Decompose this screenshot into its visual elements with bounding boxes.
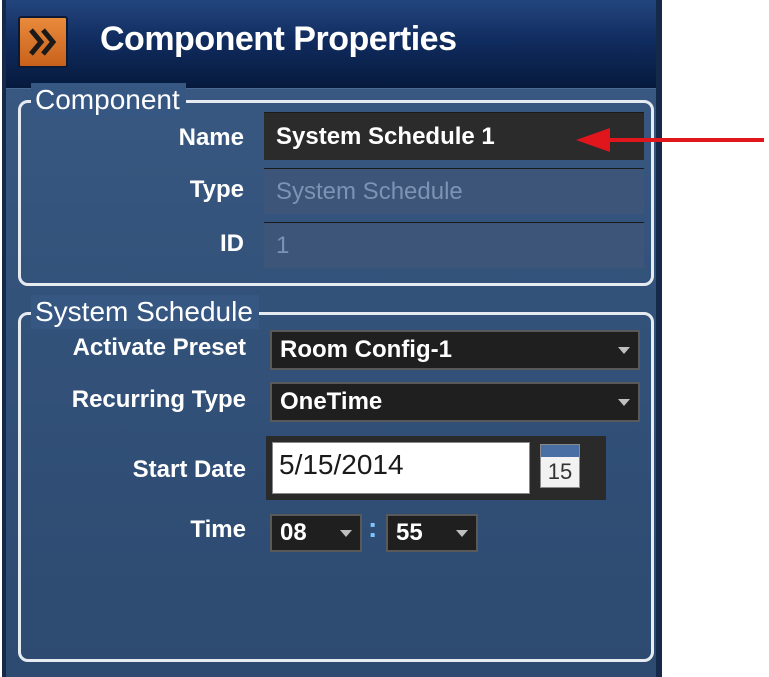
activate-preset-label: Activate Preset	[72, 334, 246, 361]
minute-dropdown[interactable]: 55	[386, 514, 478, 552]
recurring-type-label: Recurring Type	[71, 386, 246, 413]
hour-value: 08	[280, 519, 307, 546]
annotation-arrow-icon	[576, 128, 764, 152]
hour-dropdown[interactable]: 08	[270, 514, 362, 552]
start-date-input[interactable]: 5/15/2014	[272, 442, 530, 494]
recurring-type-value: OneTime	[280, 388, 383, 415]
system-schedule-group-legend: System Schedule	[31, 295, 259, 329]
time-separator: :	[368, 512, 378, 543]
type-label: Type	[189, 176, 244, 203]
activate-preset-value: Room Config-1	[280, 336, 452, 363]
chevron-down-icon	[340, 530, 352, 537]
activate-preset-dropdown[interactable]: Room Config-1	[270, 330, 640, 370]
chevron-down-icon	[456, 530, 468, 537]
panel-title: Component Properties	[100, 20, 457, 58]
recurring-type-dropdown[interactable]: OneTime	[270, 382, 640, 422]
chevron-down-icon	[618, 399, 630, 406]
calendar-day: 15	[547, 459, 573, 484]
double-chevron-right-icon	[29, 28, 57, 56]
time-label: Time	[190, 516, 246, 543]
id-label: ID	[220, 230, 244, 257]
id-field: 1	[264, 222, 644, 268]
type-field: System Schedule	[264, 168, 644, 214]
component-properties-panel: Component Properties Component Name Syst…	[2, 0, 662, 677]
component-group-legend: Component	[31, 83, 186, 117]
calendar-icon[interactable]: 15	[540, 444, 580, 488]
start-date-label: Start Date	[132, 456, 246, 483]
minute-value: 55	[396, 519, 423, 546]
panel-header: Component Properties	[6, 0, 656, 89]
name-label: Name	[178, 124, 244, 151]
chevron-down-icon	[618, 347, 630, 354]
start-date-control: 5/15/2014 15	[266, 436, 606, 500]
expand-panel-button[interactable]	[18, 16, 68, 68]
